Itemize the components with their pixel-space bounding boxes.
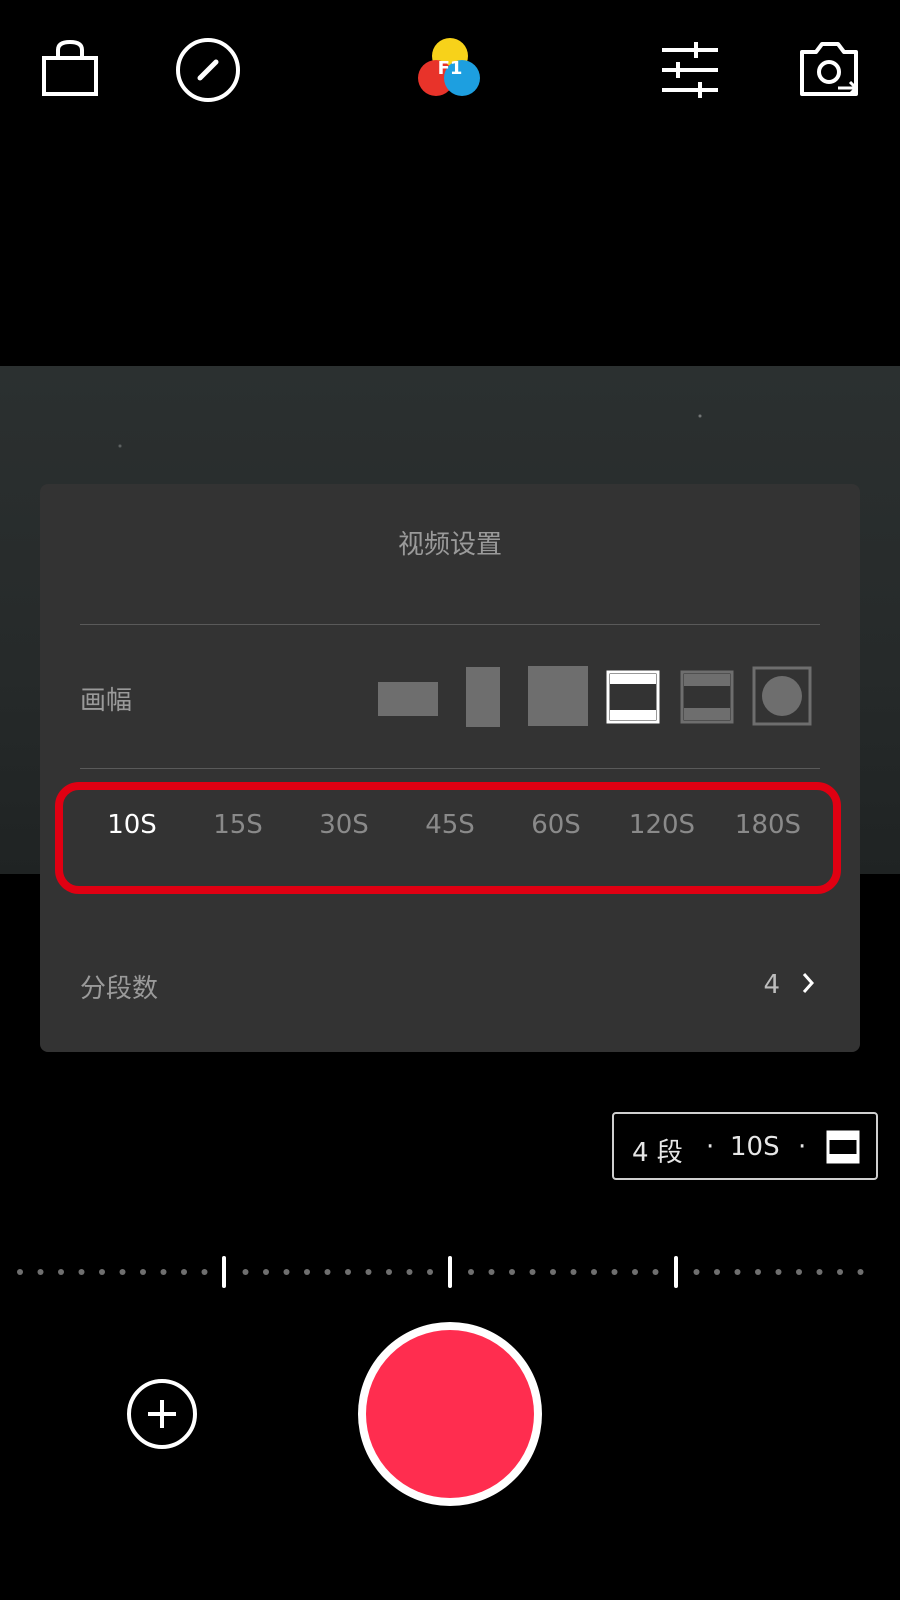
filter-logo-icon[interactable]: F1 xyxy=(418,38,482,102)
shopping-bag-icon[interactable] xyxy=(38,38,102,102)
timeline-dot xyxy=(140,1269,146,1275)
timeline-dot xyxy=(591,1269,597,1275)
chevron-right-icon[interactable] xyxy=(796,968,820,998)
ratio-portrait-option[interactable] xyxy=(466,667,500,727)
highlight-annotation xyxy=(55,782,841,894)
timeline-dot xyxy=(181,1269,187,1275)
timeline-dot xyxy=(755,1269,761,1275)
ratio-landscape-option[interactable] xyxy=(378,682,438,716)
divider xyxy=(80,768,820,769)
letterbox-ratio-icon xyxy=(826,1130,860,1164)
settings-summary-badge[interactable]: 4 段 · 10S · xyxy=(612,1112,878,1180)
timeline-dot xyxy=(17,1269,23,1275)
timeline-dot xyxy=(652,1269,659,1275)
switch-camera-icon[interactable] xyxy=(798,38,862,102)
summary-separator: · xyxy=(706,1132,715,1162)
timeline-dot xyxy=(283,1269,290,1275)
timeline-dot xyxy=(509,1269,515,1275)
ratio-square-option[interactable] xyxy=(528,666,588,726)
add-button[interactable] xyxy=(126,1378,198,1450)
timeline-dot xyxy=(160,1269,167,1275)
timeline-dot xyxy=(796,1269,802,1275)
timeline-dot xyxy=(837,1269,843,1275)
timeline-dot xyxy=(263,1269,269,1275)
timeline-dot xyxy=(570,1269,577,1275)
summary-separator: · xyxy=(798,1132,807,1162)
ratio-circle-option[interactable] xyxy=(752,666,812,726)
timeline-dot xyxy=(550,1269,556,1275)
timeline-dot xyxy=(816,1269,823,1275)
record-button[interactable] xyxy=(358,1322,542,1506)
timeline-dot xyxy=(734,1269,741,1275)
timeline-dot xyxy=(324,1269,331,1275)
timeline-dot xyxy=(857,1269,864,1275)
video-settings-panel: 视频设置 画幅 10S 15S 30S 45S 60S 120S 180S 分段… xyxy=(40,484,860,1052)
timeline-dot xyxy=(488,1269,495,1275)
ratio-letterbox-selected-option[interactable] xyxy=(606,670,660,724)
timeline-dot xyxy=(693,1269,700,1275)
segment-timeline xyxy=(0,1254,900,1290)
timeline-dot xyxy=(58,1269,64,1275)
timeline-dot xyxy=(201,1269,208,1275)
timeline-dot xyxy=(242,1269,249,1275)
timeline-dot xyxy=(611,1269,618,1275)
segment-marker xyxy=(448,1256,452,1288)
record-button-fill xyxy=(366,1330,534,1498)
timeline-dot xyxy=(406,1269,413,1275)
ratio-letterbox-option[interactable] xyxy=(680,670,734,724)
timeline-dot xyxy=(632,1269,638,1275)
timeline-dot xyxy=(365,1269,372,1275)
timeline-dot xyxy=(468,1269,474,1275)
speed-dial-icon[interactable] xyxy=(176,38,240,102)
segment-marker xyxy=(222,1256,226,1288)
timeline-dot xyxy=(37,1269,44,1275)
segments-value[interactable]: 4 xyxy=(763,970,780,1000)
divider xyxy=(80,624,820,625)
segments-label: 分段数 xyxy=(80,974,159,1004)
filter-label: F1 xyxy=(437,58,463,79)
timeline-dot xyxy=(714,1269,720,1275)
timeline-dot xyxy=(775,1269,782,1275)
summary-duration: 10S xyxy=(730,1132,780,1162)
timeline-dot xyxy=(427,1269,433,1275)
timeline-dot xyxy=(78,1269,85,1275)
summary-segments: 4 段 xyxy=(632,1138,683,1168)
timeline-dot xyxy=(345,1269,351,1275)
aspect-label: 画幅 xyxy=(80,686,133,716)
timeline-dot xyxy=(386,1269,392,1275)
segment-marker xyxy=(674,1256,678,1288)
panel-title: 视频设置 xyxy=(397,530,502,560)
timeline-dot xyxy=(119,1269,126,1275)
timeline-dot xyxy=(99,1269,105,1275)
sliders-icon[interactable] xyxy=(658,38,722,102)
timeline-dot xyxy=(304,1269,310,1275)
timeline-dot xyxy=(529,1269,536,1275)
